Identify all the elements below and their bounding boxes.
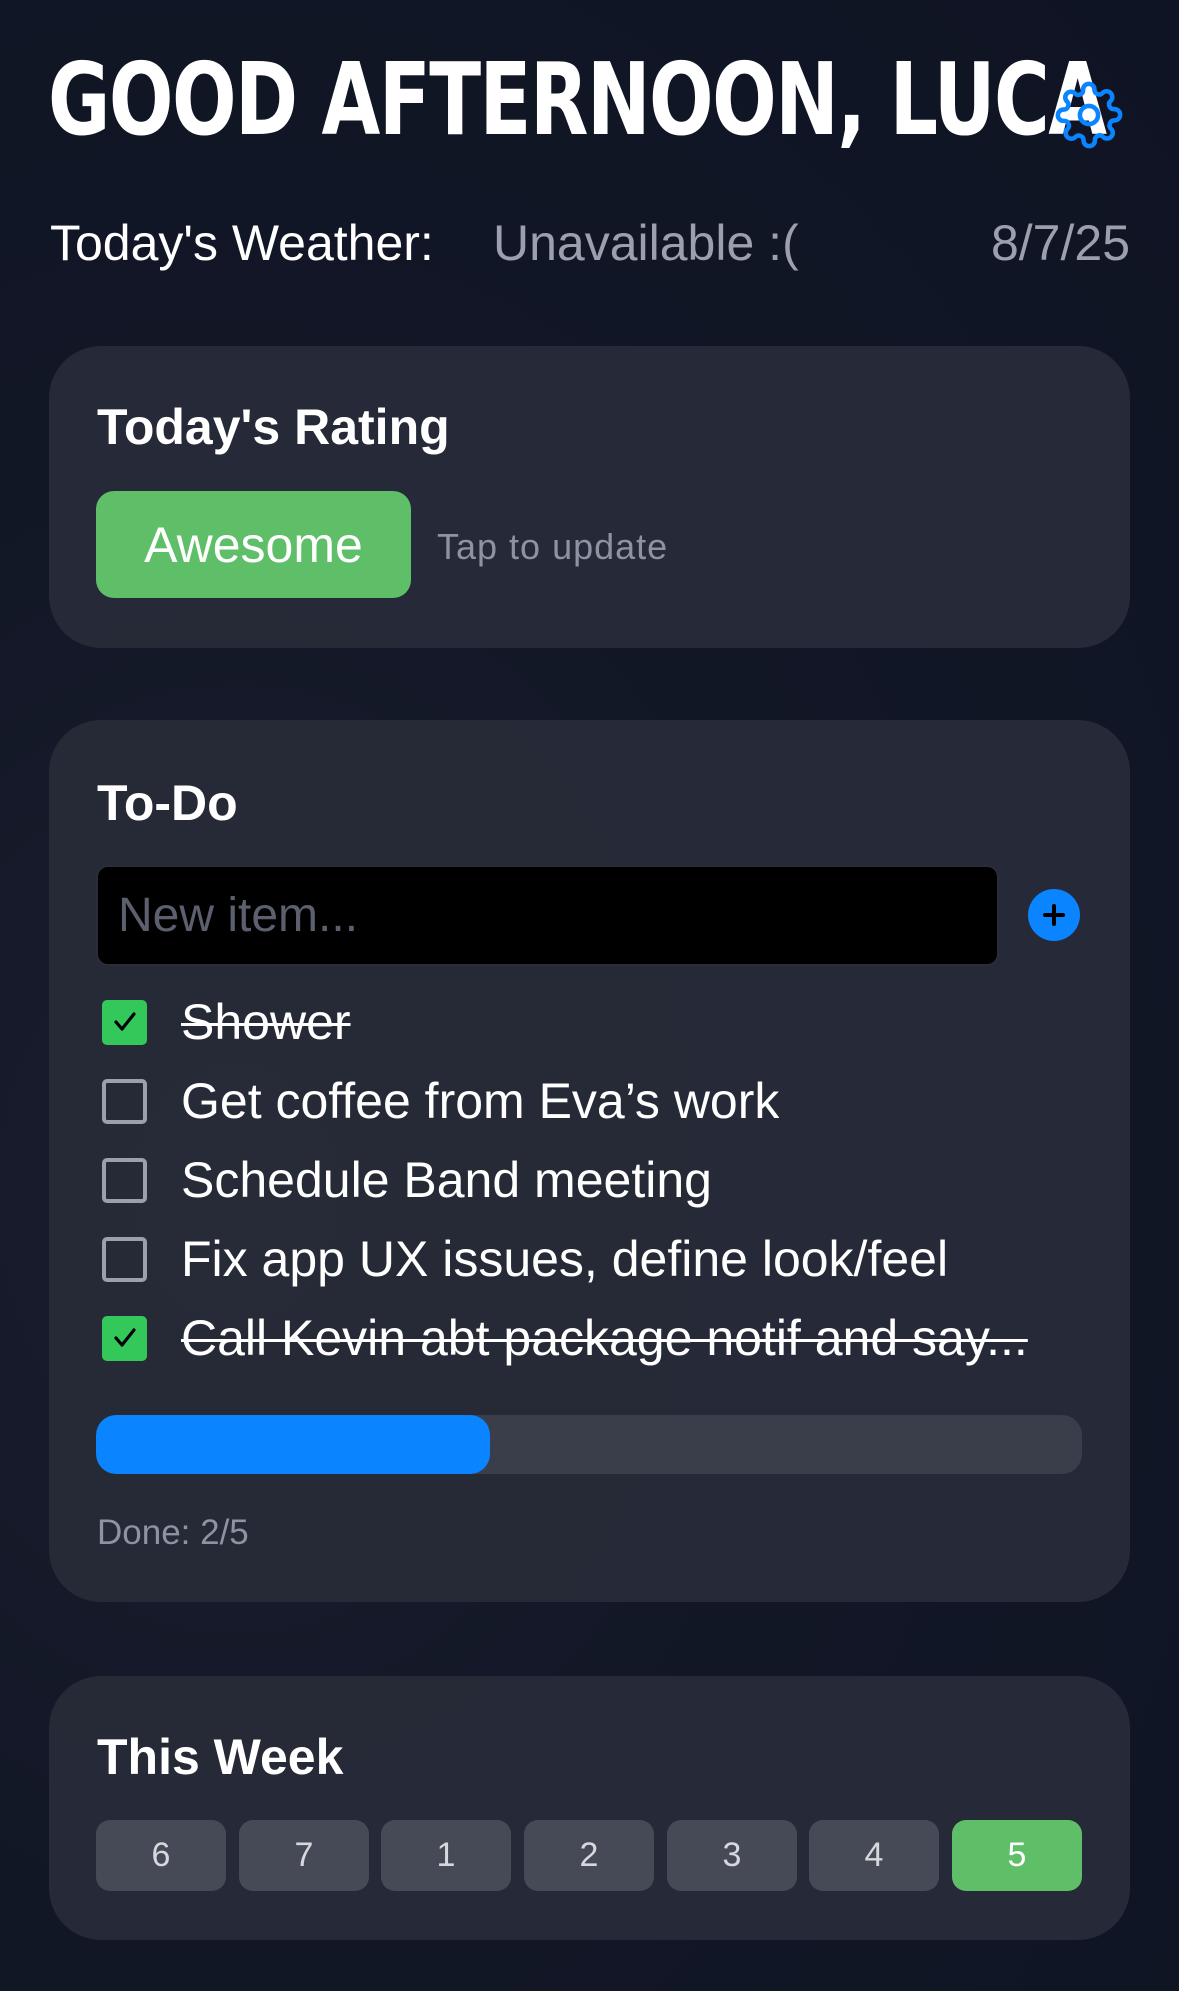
todo-checkbox[interactable] [102,1078,147,1124]
progress-fill [96,1415,491,1474]
progress-bar [96,1415,1082,1474]
todo-checkbox[interactable] [102,1236,147,1282]
week-day[interactable]: 6 [96,1820,226,1891]
week-day-row: 6 7 1 2 3 4 5 [96,1820,1082,1891]
greeting-title: GOOD AFTERNOON, LUCA [48,41,1107,158]
weather-value: Unavailable :( [493,215,799,271]
todo-item[interactable]: Fix app UX issues, define look/feel [102,1229,1102,1289]
week-day[interactable]: 4 [809,1820,939,1891]
plus-icon [1043,904,1065,926]
current-date: 8/7/25 [990,215,1130,271]
todo-item-label: Schedule Band meeting [181,1152,712,1208]
todo-checkbox[interactable] [102,999,147,1045]
rating-button[interactable]: Awesome [96,491,411,598]
week-day[interactable]: 7 [239,1820,369,1891]
new-item-input[interactable] [96,865,999,966]
weather-label: Today's Weather: [50,215,434,271]
todo-item-label: Get coffee from Eva’s work [181,1073,780,1129]
gear-icon [1055,81,1123,149]
week-card: This Week 6 7 1 2 3 4 5 [49,1676,1130,1940]
settings-button[interactable] [1052,78,1126,152]
rating-title: Today's Rating [97,399,450,455]
checkmark-icon [113,1012,136,1031]
todo-card: To-Do Shower Get coffee from Eva’s work … [49,720,1130,1602]
rating-hint: Tap to update [437,526,669,567]
week-day[interactable]: 5 [952,1820,1082,1891]
done-count: Done: 2/5 [97,1513,249,1552]
week-day[interactable]: 3 [667,1820,797,1891]
todo-item[interactable]: Get coffee from Eva’s work [102,1071,1102,1131]
todo-title: To-Do [97,775,238,831]
todo-checkbox[interactable] [102,1157,147,1203]
checkmark-icon [113,1328,136,1347]
week-title: This Week [97,1729,344,1785]
todo-item[interactable]: Schedule Band meeting [102,1150,1102,1210]
todo-item-label: Shower [181,994,351,1050]
todo-item-label: Fix app UX issues, define look/feel [181,1231,949,1287]
todo-checkbox[interactable] [102,1315,147,1361]
week-day[interactable]: 1 [381,1820,511,1891]
week-day[interactable]: 2 [524,1820,654,1891]
todo-item[interactable]: Shower [102,992,1102,1052]
rating-card: Today's Rating Awesome Tap to update [49,346,1130,648]
todo-item-label: Call Kevin abt package notif and say... [181,1310,1028,1366]
todo-item[interactable]: Call Kevin abt package notif and say... [102,1308,1102,1368]
add-item-button[interactable] [1028,889,1080,941]
